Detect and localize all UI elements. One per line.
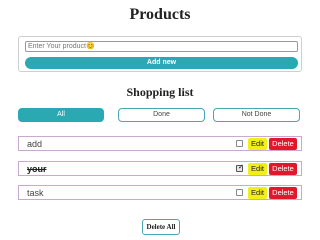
item-text: task (27, 188, 44, 198)
delete-all-button[interactable]: Delete All (142, 219, 180, 235)
list-item: your ✓ Edit Delete (18, 161, 302, 176)
add-product-form: Add new (18, 36, 302, 72)
shopping-list-title: Shopping list (126, 85, 194, 99)
done-checkbox[interactable]: ✓ (236, 164, 244, 172)
list-item: add Edit Delete (18, 136, 302, 151)
product-input[interactable] (25, 41, 298, 52)
edit-button[interactable]: Edit (248, 163, 267, 175)
edit-button[interactable]: Edit (248, 187, 267, 199)
add-new-button[interactable]: Add new (25, 57, 298, 69)
done-checkbox[interactable] (236, 140, 243, 147)
check-icon: ✓ (238, 164, 244, 171)
item-text: add (27, 139, 43, 149)
list-item: task Edit Delete (18, 185, 302, 200)
done-checkbox[interactable] (236, 189, 243, 196)
filter-all-button[interactable]: All (18, 108, 104, 122)
delete-button[interactable]: Delete (269, 187, 297, 199)
delete-button[interactable]: Delete (269, 138, 297, 150)
filter-not-done-button[interactable]: Not Done (213, 108, 300, 122)
filter-done-button[interactable]: Done (118, 108, 205, 122)
delete-button[interactable]: Delete (269, 163, 297, 175)
page-title: Products (129, 6, 191, 23)
item-text: your (27, 164, 47, 174)
edit-button[interactable]: Edit (248, 138, 267, 150)
